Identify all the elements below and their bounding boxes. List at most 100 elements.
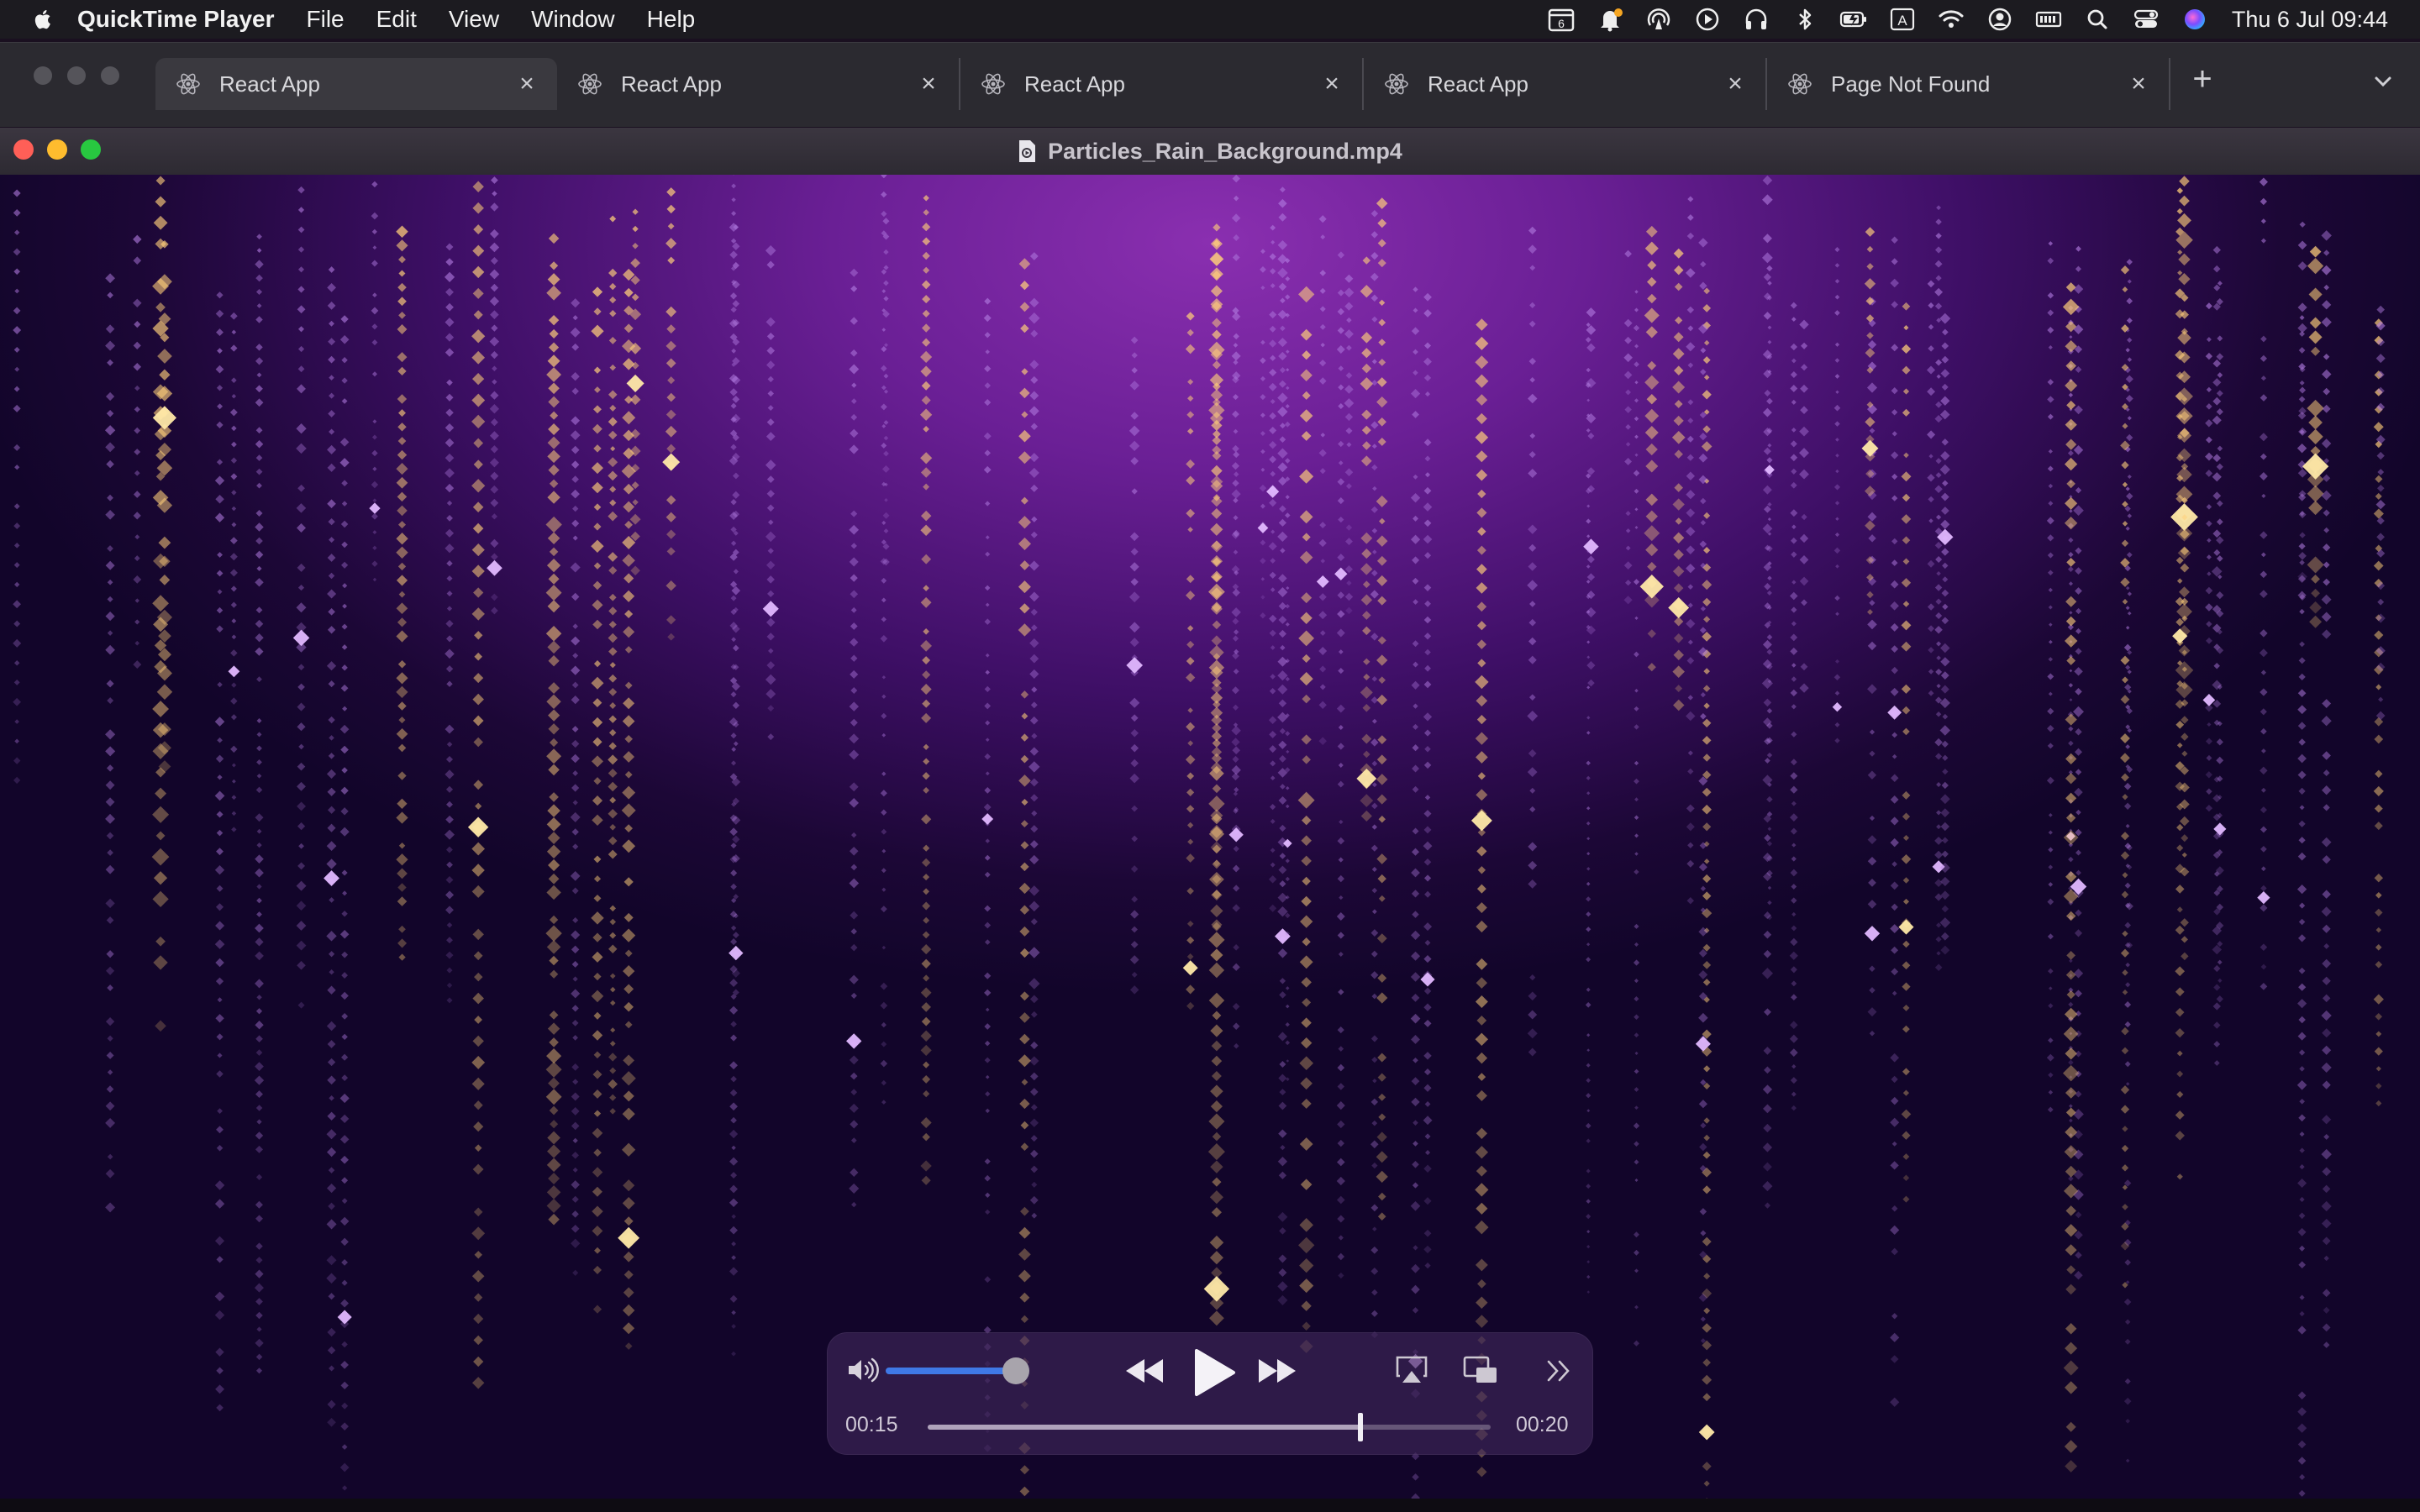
browser-tab[interactable]: Page Not Found × (1767, 58, 2170, 110)
particle (1344, 592, 1354, 601)
particle (2125, 902, 2133, 911)
new-tab-button[interactable]: + (2185, 61, 2220, 97)
browser-tab[interactable]: React App × (1364, 58, 1767, 110)
particle (2124, 1021, 2131, 1028)
particle (1021, 798, 1028, 806)
play-circle-icon[interactable] (1691, 5, 1724, 34)
tab-close-icon[interactable]: × (515, 71, 539, 97)
particle (729, 979, 739, 988)
particle (2181, 952, 2189, 961)
particle (608, 565, 618, 575)
calendar-status-item[interactable]: 6 (1544, 5, 1578, 34)
title-bar[interactable]: Particles_Rain_Background.mp4 (0, 128, 2420, 176)
particle (155, 936, 166, 947)
scrubber-playhead[interactable] (1358, 1413, 1363, 1441)
particle (881, 868, 886, 874)
particle (2048, 847, 2054, 853)
particle (1528, 450, 1536, 459)
airplay-icon[interactable] (1395, 1354, 1428, 1386)
particle (1789, 1034, 1798, 1043)
particle (491, 606, 498, 615)
particle (850, 590, 859, 599)
input-source-icon[interactable]: A (1886, 5, 1919, 34)
menu-file[interactable]: File (307, 6, 345, 33)
particle (1475, 732, 1489, 745)
particle (1410, 930, 1421, 940)
particle (1339, 895, 1344, 900)
particle (2125, 526, 2130, 531)
tab-close-icon[interactable]: × (2127, 71, 2150, 97)
volume-slider-knob[interactable] (1002, 1357, 1029, 1384)
browser-tab[interactable]: React App × (155, 58, 557, 110)
spotlight-search-icon[interactable] (2081, 5, 2114, 34)
play-icon[interactable] (1188, 1347, 1237, 1398)
particle (1528, 393, 1538, 404)
tab-close-icon[interactable]: × (1723, 71, 1747, 97)
apple-menu-icon[interactable] (32, 8, 52, 30)
particle (327, 301, 336, 310)
share-chevrons-icon[interactable] (1544, 1357, 1575, 1384)
particle (2376, 451, 2385, 460)
particle (217, 774, 223, 780)
control-center-icon[interactable] (2129, 5, 2163, 34)
particle (850, 1120, 859, 1129)
particle (767, 705, 775, 712)
menu-view[interactable]: View (449, 6, 499, 33)
browser-minimize-button[interactable] (67, 66, 86, 85)
menu-edit[interactable]: Edit (376, 6, 417, 33)
particle (106, 680, 114, 688)
tab-close-icon[interactable]: × (1320, 71, 1344, 97)
chevron-down-icon[interactable] (2366, 65, 2400, 98)
particle (155, 1020, 166, 1032)
particle (1634, 815, 1639, 821)
particle (326, 841, 337, 851)
bluetooth-icon[interactable] (1788, 5, 1822, 34)
particle (2122, 286, 2128, 292)
particle (1766, 634, 1773, 640)
browser-close-button[interactable] (34, 66, 52, 85)
particle (2064, 457, 2078, 471)
menu-window[interactable]: Window (531, 6, 615, 33)
browser-tab[interactable]: React App × (960, 58, 1364, 110)
particle (152, 701, 169, 717)
particle (1700, 347, 1707, 354)
particle (1318, 538, 1327, 548)
video-frame[interactable]: 00:15 00:20 (0, 175, 2420, 1499)
particle (2066, 479, 2075, 489)
battery-icon[interactable] (1837, 5, 1870, 34)
picture-in-picture-icon[interactable] (1462, 1354, 1499, 1386)
browser-zoom-button[interactable] (101, 66, 119, 85)
headphones-icon[interactable] (1739, 5, 1773, 34)
menu-help[interactable]: Help (647, 6, 696, 33)
volume-slider[interactable] (886, 1368, 1017, 1374)
particle (216, 1256, 224, 1263)
particle (545, 1061, 562, 1078)
particle (231, 682, 237, 688)
particle (1791, 801, 1797, 806)
particle-highlight (662, 453, 681, 471)
rewind-icon[interactable] (1123, 1356, 1166, 1386)
particle (328, 410, 335, 417)
particle (1270, 399, 1276, 404)
siri-icon[interactable] (2178, 5, 2212, 34)
particle (1424, 552, 1432, 559)
particle (217, 997, 223, 1003)
playback-scrubber[interactable] (928, 1425, 1491, 1430)
particle (1209, 373, 1224, 387)
particle (2322, 1236, 2331, 1246)
notification-bell-icon[interactable] (1593, 5, 1627, 34)
airdrop-icon[interactable] (1642, 5, 1676, 34)
user-account-icon[interactable] (1983, 5, 2017, 34)
tab-close-icon[interactable]: × (917, 71, 940, 97)
particle (296, 522, 307, 533)
particle (1633, 579, 1640, 585)
volume-icon[interactable] (845, 1356, 879, 1384)
app-menu-quicktime[interactable]: QuickTime Player (77, 6, 275, 33)
wifi-icon[interactable] (1934, 5, 1968, 34)
menu-clock[interactable]: Thu 6 Jul 09:44 (2232, 7, 2388, 33)
fast-forward-icon[interactable] (1255, 1356, 1299, 1386)
memory-chip-icon[interactable] (2032, 5, 2065, 34)
particle (1129, 985, 1139, 995)
particle (1371, 1120, 1378, 1126)
browser-tab[interactable]: React App × (557, 58, 960, 110)
